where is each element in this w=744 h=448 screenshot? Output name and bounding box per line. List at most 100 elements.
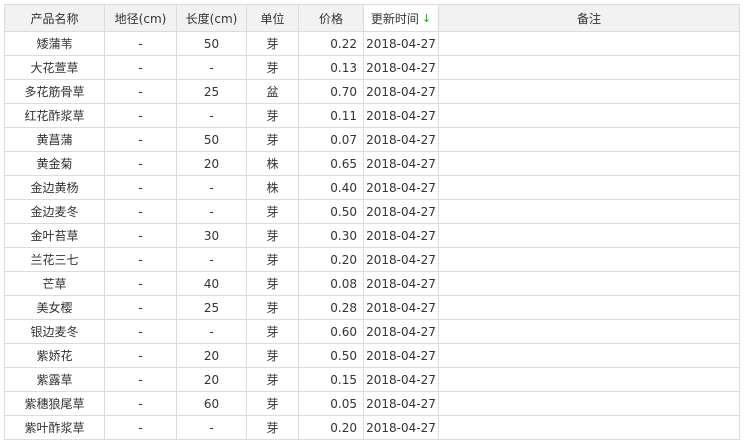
cell-unit: 株 [246,151,299,176]
cell-price: 0.13 [298,55,364,80]
cell-name: 芒草 [4,271,105,296]
cell-name: 紫娇花 [4,343,105,368]
cell-price: 0.08 [298,271,364,296]
column-header-length[interactable]: 长度(cm) [176,4,247,32]
column-header-updated-label: 更新时间 [370,11,419,26]
table-row: 兰花三七 - - 芽 0.20 2018-04-27 [4,247,740,272]
cell-remark [438,103,740,128]
cell-diameter: - [104,175,177,200]
cell-unit: 芽 [246,247,299,272]
cell-updated: 2018-04-27 [363,223,439,248]
cell-price: 0.40 [298,175,364,200]
cell-remark [438,247,740,272]
cell-name: 美女樱 [4,295,105,320]
cell-unit: 芽 [246,343,299,368]
cell-updated: 2018-04-27 [363,127,439,152]
sort-descending-icon: ↓ [421,11,432,25]
table-row: 矮蒲苇 -50 芽 0.22 2018-04-27 [4,31,740,56]
column-header-name[interactable]: 产品名称 [4,4,105,32]
table-row: 红花酢浆草 - - 芽 0.11 2018-04-27 [4,103,740,128]
cell-length: 50 [176,127,247,152]
cell-name: 紫穗狼尾草 [4,391,105,416]
column-header-diameter[interactable]: 地径(cm) [104,4,177,32]
cell-name: 红花酢浆草 [4,103,105,128]
cell-price: 0.65 [298,151,364,176]
cell-price: 0.22 [298,31,364,56]
cell-unit: 芽 [246,55,299,80]
cell-unit: 芽 [246,391,299,416]
cell-remark [438,295,740,320]
cell-length: 20 [176,343,247,368]
cell-price: 0.11 [298,103,364,128]
cell-remark [438,175,740,200]
cell-price: 0.07 [298,127,364,152]
cell-updated: 2018-04-27 [363,367,439,392]
cell-price: 0.15 [298,367,364,392]
cell-diameter: - [104,31,177,56]
cell-remark [438,55,740,80]
column-header-remark[interactable]: 备注 [438,4,740,32]
cell-unit: 盆 [246,79,299,104]
cell-length: 30 [176,223,247,248]
cell-name: 金叶苔草 [4,223,105,248]
cell-diameter: - [104,343,177,368]
cell-unit: 芽 [246,295,299,320]
table-row: 大花萱草 - - 芽 0.13 2018-04-27 [4,55,740,80]
cell-length: - [176,247,247,272]
cell-name: 金边黄杨 [4,175,105,200]
table-header-row: 产品名称 地径(cm) 长度(cm) 单位 价格 更新时间 ↓ 备注 [4,4,740,32]
table-row: 金叶苔草 -30 芽 0.30 2018-04-27 [4,223,740,248]
cell-remark [438,31,740,56]
cell-price: 0.30 [298,223,364,248]
cell-diameter: - [104,295,177,320]
cell-length: - [176,199,247,224]
table-row: 金边麦冬 - - 芽 0.50 2018-04-27 [4,199,740,224]
cell-unit: 芽 [246,223,299,248]
cell-length: 25 [176,79,247,104]
cell-unit: 株 [246,175,299,200]
cell-price: 0.20 [298,247,364,272]
cell-length: - [176,55,247,80]
cell-name: 紫露草 [4,367,105,392]
cell-length: 20 [176,151,247,176]
table-row: 紫穗狼尾草 -60 芽 0.05 2018-04-27 [4,391,740,416]
cell-unit: 芽 [246,199,299,224]
cell-unit: 芽 [246,271,299,296]
column-header-updated[interactable]: 更新时间 ↓ [363,4,439,32]
table-body: 矮蒲苇 -50 芽 0.22 2018-04-27 大花萱草 - - 芽 0.13 2018-04-… [4,31,740,440]
cell-length: 40 [176,271,247,296]
cell-diameter: - [104,319,177,344]
cell-remark [438,343,740,368]
cell-remark [438,391,740,416]
cell-updated: 2018-04-27 [363,79,439,104]
cell-unit: 芽 [246,319,299,344]
cell-remark [438,367,740,392]
cell-remark [438,151,740,176]
cell-updated: 2018-04-27 [363,199,439,224]
cell-name: 黄金菊 [4,151,105,176]
table-row: 黄金菊 -20 株 0.65 2018-04-27 [4,151,740,176]
cell-updated: 2018-04-27 [363,31,439,56]
cell-diameter: - [104,55,177,80]
cell-length: - [176,175,247,200]
column-header-price[interactable]: 价格 [298,4,364,32]
table-row: 紫娇花 -20 芽 0.50 2018-04-27 [4,343,740,368]
cell-diameter: - [104,127,177,152]
cell-updated: 2018-04-27 [363,247,439,272]
cell-remark [438,199,740,224]
cell-length: - [176,103,247,128]
cell-updated: 2018-04-27 [363,271,439,296]
cell-updated: 2018-04-27 [363,175,439,200]
table-row: 紫叶酢浆草 - - 芽 0.20 2018-04-27 [4,415,740,440]
cell-diameter: - [104,271,177,296]
cell-name: 矮蒲苇 [4,31,105,56]
cell-length: 25 [176,295,247,320]
cell-remark [438,415,740,440]
cell-updated: 2018-04-27 [363,319,439,344]
table-row: 金边黄杨 - - 株 0.40 2018-04-27 [4,175,740,200]
cell-updated: 2018-04-27 [363,295,439,320]
cell-name: 多花筋骨草 [4,79,105,104]
cell-unit: 芽 [246,31,299,56]
cell-length: - [176,319,247,344]
column-header-unit[interactable]: 单位 [246,4,299,32]
